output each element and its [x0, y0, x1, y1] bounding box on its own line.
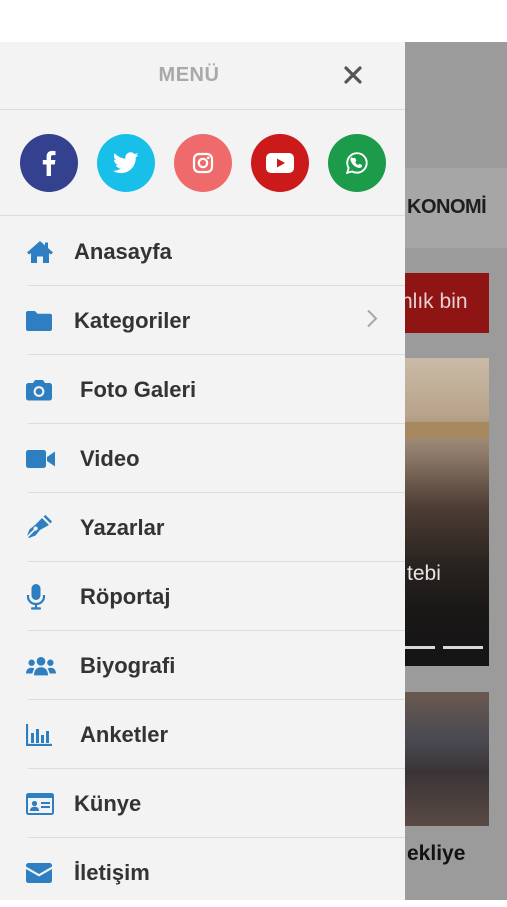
menu-item-label: Röportaj [80, 583, 171, 609]
menu-item-kunye[interactable]: Künye [0, 769, 405, 838]
video-icon [26, 446, 56, 472]
camera-icon [26, 377, 56, 403]
menu-item-biyografi[interactable]: Biyografi [0, 631, 405, 700]
background-photo [405, 358, 489, 666]
background-page[interactable]: KONOMİ nlık bin tebi ekliye [405, 42, 507, 900]
menu-item-video[interactable]: Video [0, 424, 405, 493]
id-card-icon [26, 791, 56, 817]
menu-item-label: Anasayfa [74, 238, 172, 264]
pen-icon [26, 514, 56, 541]
twitter-icon [113, 152, 139, 174]
microphone-icon [26, 583, 56, 610]
close-icon [344, 66, 362, 84]
menu-item-yazarlar[interactable]: Yazarlar [0, 493, 405, 562]
facebook-icon [42, 150, 56, 176]
menu-item-iletisim[interactable]: İletişim [0, 838, 405, 907]
menu-item-label: Video [80, 445, 140, 471]
menu-item-label: Yazarlar [80, 514, 165, 540]
close-button[interactable] [338, 60, 368, 90]
background-nav-item: KONOMİ [407, 196, 487, 218]
drawer-title: MENÜ [158, 64, 220, 86]
menu-item-label: Anketler [80, 721, 169, 747]
twitter-button[interactable] [97, 134, 155, 192]
users-icon [26, 653, 56, 679]
menu-item-label: İletişim [74, 859, 150, 885]
poll-chart-icon [26, 722, 56, 748]
youtube-icon [266, 153, 294, 173]
menu-item-roportaj[interactable]: Röportaj [0, 562, 405, 631]
background-headline: tebi [407, 562, 441, 585]
instagram-icon [192, 152, 214, 174]
instagram-button[interactable] [174, 134, 232, 192]
drawer-header: MENÜ [0, 42, 405, 110]
menu-item-label: Biyografi [80, 652, 176, 678]
whatsapp-icon [345, 152, 368, 175]
side-menu-drawer: MENÜ Anasayfa Kategoriler Foto Galeri Vi… [0, 42, 405, 900]
home-icon [26, 239, 56, 265]
whatsapp-button[interactable] [328, 134, 386, 192]
facebook-button[interactable] [20, 134, 78, 192]
menu-item-label: Kategoriler [74, 307, 191, 333]
main-menu: Anasayfa Kategoriler Foto Galeri Video Y… [0, 217, 405, 907]
social-links [0, 111, 405, 216]
menu-item-foto-galeri[interactable]: Foto Galeri [0, 355, 405, 424]
background-photo-detail [405, 422, 489, 438]
menu-item-anketler[interactable]: Anketler [0, 700, 405, 769]
youtube-button[interactable] [251, 134, 309, 192]
chevron-right-icon [366, 308, 378, 333]
folder-icon [26, 308, 56, 334]
background-photo [405, 692, 489, 826]
menu-item-label: Künye [74, 790, 142, 816]
slider-indicator [405, 646, 435, 649]
background-banner-text: nlık bin [405, 290, 468, 313]
slider-indicator [443, 646, 483, 649]
status-bar [0, 0, 507, 42]
menu-item-anasayfa[interactable]: Anasayfa [0, 217, 405, 286]
menu-item-label: Foto Galeri [80, 376, 197, 402]
menu-item-kategoriler[interactable]: Kategoriler [0, 286, 405, 355]
background-headline: ekliye [407, 842, 466, 865]
envelope-icon [26, 860, 56, 886]
